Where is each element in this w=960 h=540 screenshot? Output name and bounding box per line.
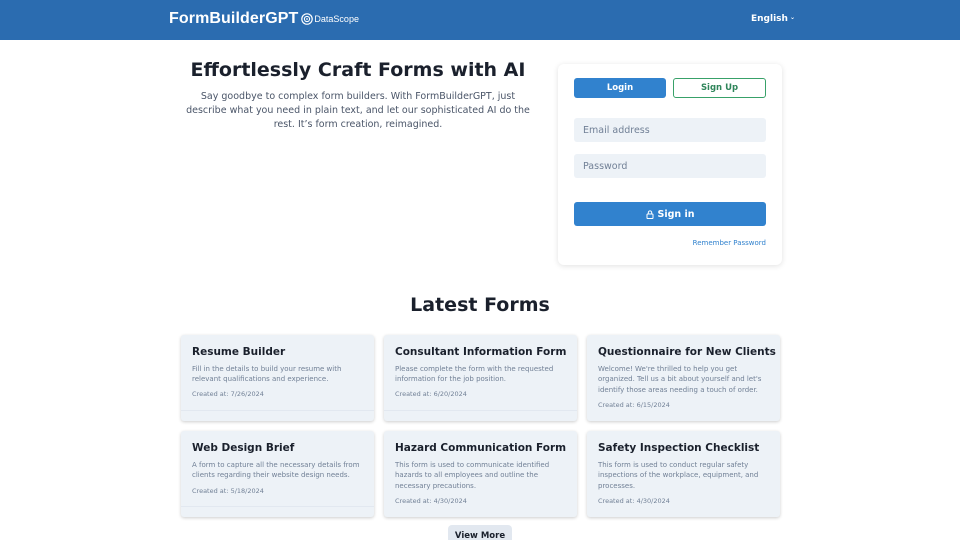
remember-password-link[interactable]: Remember Password — [660, 239, 766, 247]
brand-sub: DataScope — [314, 14, 359, 24]
form-card-title: Safety Inspection Checklist — [598, 442, 760, 454]
form-card-description: Please complete the form with the reques… — [395, 365, 554, 384]
form-card-created-date: Created at: 6/15/2024 — [598, 401, 670, 409]
form-card[interactable]: Resume Builder Fill in the details to bu… — [181, 335, 374, 421]
hero-title: Effortlessly Craft Forms with AI — [190, 59, 526, 81]
form-card-created-date: Created at: 6/20/2024 — [395, 390, 467, 398]
form-card-created-date: Created at: 4/30/2024 — [598, 497, 670, 505]
form-card-description: A form to capture all the necessary deta… — [192, 461, 360, 480]
form-card-title: Web Design Brief — [192, 442, 295, 454]
form-card-title: Questionnaire for New Clients — [598, 346, 776, 358]
form-card[interactable]: Hazard Communication Form This form is u… — [384, 431, 577, 517]
password-field[interactable] — [574, 154, 766, 178]
form-card-title: Consultant Information Form — [395, 346, 567, 358]
hero-description: Say goodbye to complex form builders. Wi… — [186, 91, 530, 130]
sign-in-button[interactable]: Sign in — [574, 202, 766, 226]
view-more-button[interactable]: View More — [448, 525, 512, 540]
form-card[interactable]: Web Design Brief A form to capture all t… — [181, 431, 374, 517]
chevron-down-icon: ⌄ — [789, 13, 795, 21]
form-card-divider — [181, 506, 374, 507]
form-card-description: This form is used to conduct regular saf… — [598, 461, 759, 490]
top-navbar: FormBuilderGPT DataScope English ⌄ — [0, 0, 960, 40]
lock-icon — [646, 209, 654, 219]
form-card-description: Welcome! We're thrilled to help you get … — [598, 365, 762, 394]
email-field[interactable] — [574, 118, 766, 142]
latest-forms-heading: Latest Forms — [410, 294, 550, 316]
form-card[interactable]: Questionnaire for New Clients Welcome! W… — [587, 335, 780, 421]
sign-in-label: Sign in — [657, 208, 695, 220]
signup-tab-button[interactable]: Sign Up — [673, 78, 766, 98]
form-card-divider — [384, 410, 577, 411]
brand-name: FormBuilderGPT — [169, 10, 299, 27]
form-card-created-date: Created at: 4/30/2024 — [395, 497, 467, 505]
form-card-description: This form is used to communicate identif… — [395, 461, 550, 490]
form-card-created-date: Created at: 7/26/2024 — [192, 390, 264, 398]
form-card-title: Hazard Communication Form — [395, 442, 567, 454]
form-card-description: Fill in the details to build your resume… — [192, 365, 342, 384]
language-selector[interactable]: English ⌄ — [751, 13, 795, 25]
form-card[interactable]: Safety Inspection Checklist This form is… — [587, 431, 780, 517]
form-card-title: Resume Builder — [192, 346, 286, 358]
brand-logo-link[interactable]: FormBuilderGPT DataScope — [169, 10, 359, 28]
form-card[interactable]: Consultant Information Form Please compl… — [384, 335, 577, 421]
language-label: English — [751, 14, 788, 24]
form-card-divider — [181, 410, 374, 411]
login-tab-button[interactable]: Login — [574, 78, 666, 98]
form-card-created-date: Created at: 5/18/2024 — [192, 487, 264, 495]
datascope-logo-icon — [301, 13, 314, 25]
